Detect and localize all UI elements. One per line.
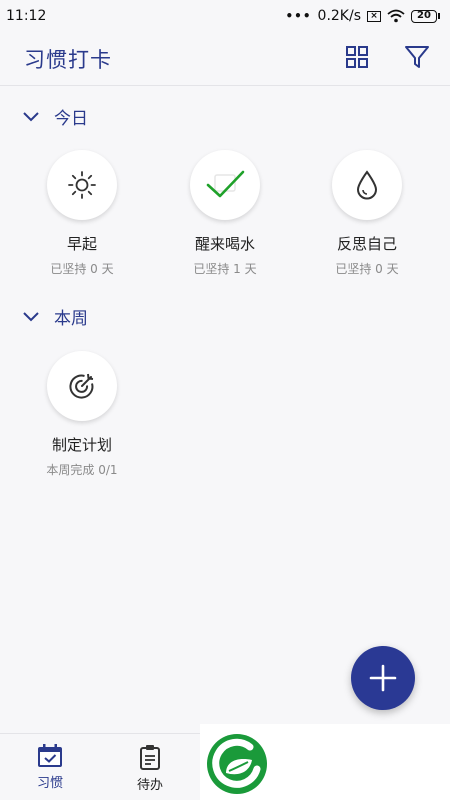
- status-indicators: ••• 0.2K/s × 20: [286, 8, 440, 24]
- chevron-down-icon: [23, 311, 39, 321]
- battery-icon: 20: [411, 9, 440, 23]
- habit-checkin-button[interactable]: [332, 150, 402, 220]
- sun-icon: [68, 171, 96, 199]
- habit-checkin-button[interactable]: [47, 351, 117, 421]
- calendar-check-icon: [38, 744, 62, 767]
- nav-item-habits[interactable]: 习惯: [0, 734, 100, 800]
- target-icon: [69, 373, 94, 399]
- section-header-week[interactable]: 本周: [22, 304, 88, 329]
- habit-name: 早起: [66, 235, 97, 253]
- network-speed: 0.2K/s: [317, 8, 361, 24]
- status-time: 11:12: [6, 8, 47, 24]
- plus-icon: [369, 664, 397, 692]
- chevron-down-icon: [23, 111, 39, 121]
- grid-view-icon: [346, 46, 368, 68]
- habit-name: 反思自己: [336, 235, 397, 253]
- wifi-icon: [387, 9, 405, 23]
- section-label: 本周: [54, 309, 88, 329]
- nav-label: 待办: [136, 778, 163, 793]
- clipboard-icon: [140, 745, 160, 770]
- habit-streak: 已坚持 1 天: [193, 262, 257, 276]
- checkmark-icon: [206, 170, 245, 198]
- nav-item-todo[interactable]: 待办: [100, 734, 200, 800]
- habit-streak: 已坚持 0 天: [50, 262, 114, 276]
- habit-item[interactable]: 反思自己 已坚持 0 天: [297, 150, 437, 277]
- habit-streak: 已坚持 0 天: [335, 262, 399, 276]
- status-bar: 11:12 ••• 0.2K/s × 20: [0, 0, 450, 32]
- section-header-today[interactable]: 今日: [22, 104, 88, 129]
- battery-level: 20: [411, 9, 437, 23]
- habit-name: 制定计划: [51, 436, 112, 454]
- habit-item[interactable]: 醒来喝水 已坚持 1 天: [155, 150, 295, 277]
- add-habit-button[interactable]: [351, 646, 415, 710]
- habit-progress: 本周完成 0/1: [46, 463, 118, 477]
- bottom-nav: 习惯 待办: [0, 733, 200, 800]
- no-sim-icon: ×: [367, 10, 381, 22]
- grid-view-button[interactable]: [344, 42, 370, 72]
- app-logo-icon: [207, 734, 267, 794]
- page-title: 习惯打卡: [24, 47, 112, 72]
- habit-name: 醒来喝水: [194, 235, 255, 253]
- habit-item[interactable]: 早起 已坚持 0 天: [12, 150, 152, 277]
- more-notifications-icon: •••: [285, 9, 312, 23]
- water-drop-icon: [356, 170, 378, 200]
- section-label: 今日: [54, 109, 88, 129]
- habit-checkin-button[interactable]: [190, 150, 260, 220]
- habit-item[interactable]: 制定计划 本周完成 0/1: [12, 351, 152, 478]
- habit-checkin-button[interactable]: [47, 150, 117, 220]
- app-bar: 习惯打卡: [0, 32, 450, 86]
- filter-icon: [405, 46, 429, 68]
- filter-button[interactable]: [404, 42, 430, 72]
- nav-label: 习惯: [36, 776, 63, 791]
